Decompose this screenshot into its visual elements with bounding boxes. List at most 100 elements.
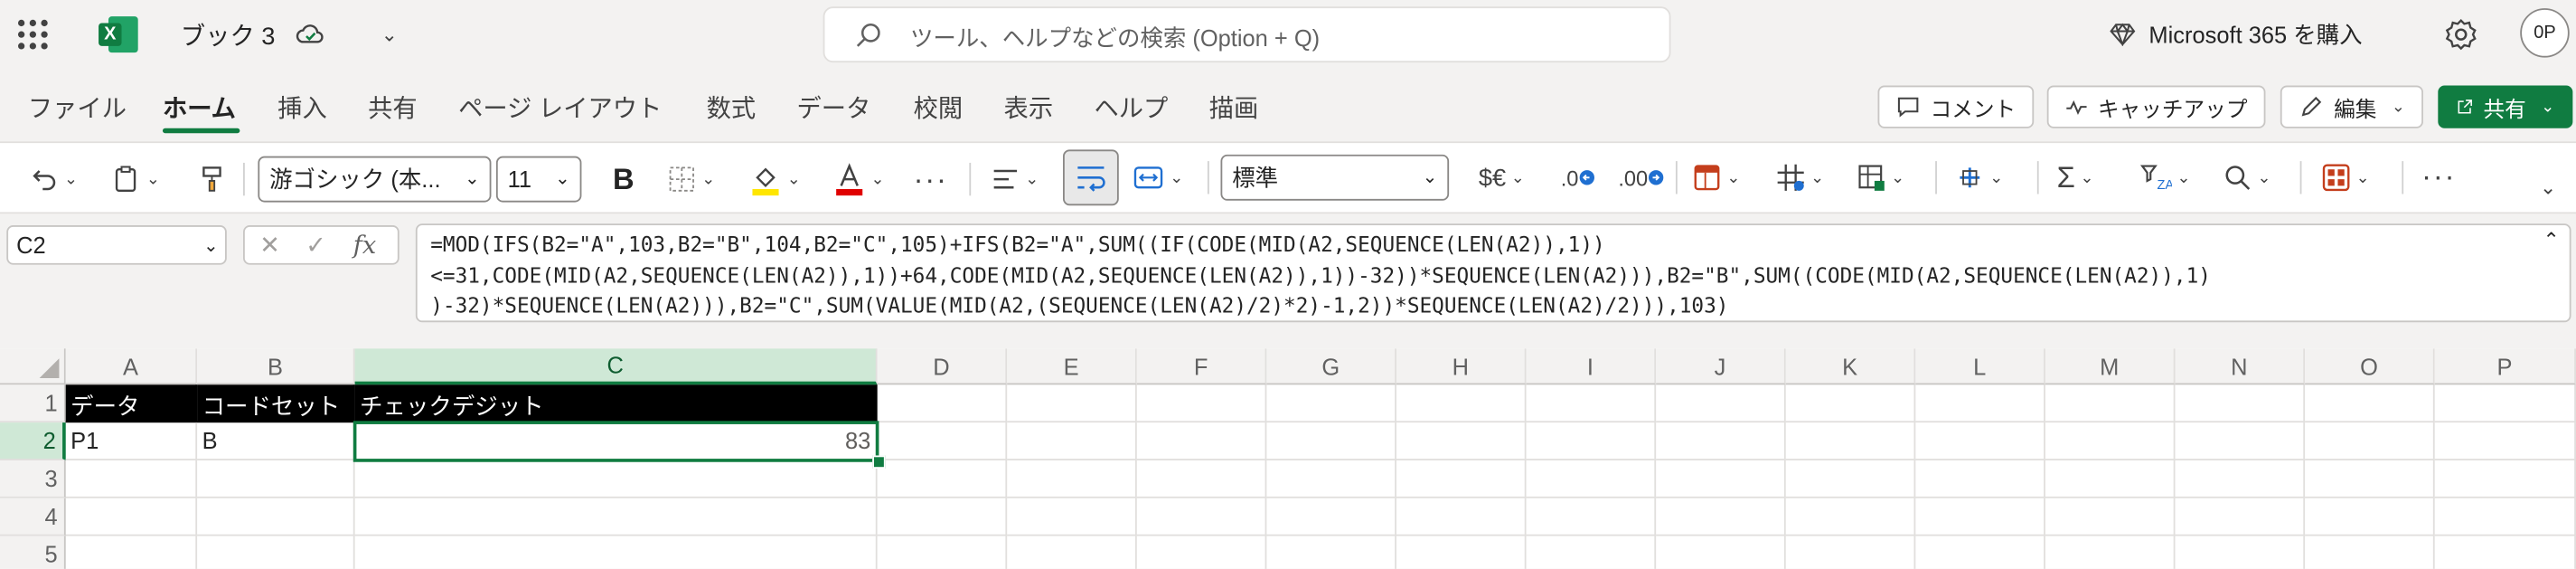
grid-cell[interactable] [2045,536,2176,569]
grid-cell[interactable] [355,536,878,569]
grid-cell[interactable] [2434,384,2576,423]
column-header-f[interactable]: F [1136,348,1267,385]
grid-cell[interactable] [878,536,1008,569]
font-size-select[interactable]: 11 ⌄ [495,156,582,203]
grid-cell[interactable] [2305,536,2435,569]
grid-cell[interactable] [877,460,1008,498]
row-header-5[interactable]: 5 [0,536,66,569]
share-button[interactable]: 共有 ⌄ [2438,85,2573,128]
grid-cell[interactable] [1007,384,1137,423]
tab-help[interactable]: ヘルプ [1095,90,1169,125]
tab-review[interactable]: 校閲 [914,90,964,125]
grid-cell[interactable] [2434,460,2576,498]
grid-cell[interactable] [1656,536,1786,569]
grid-cell[interactable] [2435,536,2576,569]
grid-cell[interactable] [66,536,198,569]
grid-cell[interactable] [1656,422,1786,460]
grid-cell[interactable] [1915,536,2045,569]
fill-color-button[interactable]: ⌄ [749,161,801,197]
grid-cell[interactable] [1785,498,1916,536]
grid-cell[interactable] [1656,384,1786,423]
sort-filter-button[interactable]: ZA ⌄ [2139,159,2191,195]
formula-input[interactable]: =MOD(IFS(B2="A",103,B2="B",104,B2="C",10… [415,223,2571,323]
grid-cell[interactable] [1266,384,1396,423]
grid-cell[interactable] [877,498,1008,536]
tab-data[interactable]: データ [797,90,871,125]
select-all-button[interactable] [0,348,66,385]
column-header-e[interactable]: E [1007,348,1137,385]
fill-handle[interactable] [872,455,886,469]
grid-cell[interactable] [2305,460,2435,498]
grid-cell[interactable] [1915,498,2045,536]
grid-cell[interactable] [2045,460,2176,498]
row-header-3[interactable]: 3 [0,460,66,498]
check-icon[interactable]: ✓ [306,230,326,260]
increase-decimal-button[interactable]: .00 [1618,159,1664,195]
column-header-a[interactable]: A [65,348,198,385]
avatar[interactable]: 0P [2520,8,2570,58]
grid-cell[interactable] [2305,422,2435,460]
chevron-down-icon[interactable]: ⌄ [381,23,398,45]
search-input[interactable]: ツール、ヘルプなどの検索 (Option + Q) [823,6,1671,63]
grid-cell[interactable] [1785,384,1916,423]
grid-cell[interactable] [2175,498,2306,536]
grid-cell[interactable] [1137,536,1267,569]
row-header-2[interactable]: 2 [0,422,66,460]
decrease-decimal-button[interactable]: .0 [1561,159,1595,195]
currency-button[interactable]: $€ ⌄ [1479,159,1525,195]
grid-cell[interactable] [1266,536,1396,569]
tab-page-layout[interactable]: ページ レイアウト [458,90,662,125]
grid-cell[interactable] [2045,498,2176,536]
collapse-formula-icon[interactable]: ⌃ [2543,229,2560,251]
grid-cell[interactable] [1396,498,1527,536]
column-header-k[interactable]: K [1785,348,1916,385]
grid-cell[interactable] [1007,422,1137,460]
grid-cell[interactable] [197,498,355,536]
grid-cell[interactable] [2045,422,2176,460]
font-color-button[interactable]: ⌄ [833,161,885,197]
comment-button[interactable]: コメント [1877,85,2035,128]
add-ins-button[interactable]: ⌄ [2321,159,2370,195]
grid-cell[interactable] [354,498,878,536]
app-launcher-icon[interactable] [14,14,53,54]
tab-draw[interactable]: 描画 [1209,90,1259,125]
cell-a2[interactable]: P1 [65,422,198,460]
grid-cell[interactable] [1396,384,1527,423]
column-header-n[interactable]: N [2175,348,2306,385]
catchup-button[interactable]: キャッチアップ [2046,85,2266,128]
grid-cell[interactable] [2175,460,2306,498]
column-header-l[interactable]: L [1915,348,2045,385]
grid-cell[interactable] [1136,422,1267,460]
document-title[interactable]: ブック 3 [181,18,276,52]
grid-cell[interactable] [197,460,355,498]
delete-cells-button[interactable]: ⌄ [1857,159,1904,195]
grid-cell[interactable] [1527,536,1657,569]
find-button[interactable]: ⌄ [2223,159,2271,195]
grid-cell[interactable] [877,422,1008,460]
more-options-icon[interactable]: ··· [2421,157,2456,194]
format-cells-button[interactable]: ⌄ [1955,159,2003,195]
wrap-text-button[interactable] [1062,149,1119,206]
grid-cell[interactable] [1656,460,1786,498]
grid-cell[interactable] [1526,384,1657,423]
column-header-j[interactable]: J [1656,348,1786,385]
grid-cell[interactable] [1526,498,1657,536]
cell-a1[interactable]: データ [65,384,198,423]
grid-cell[interactable] [1136,384,1267,423]
column-header-d[interactable]: D [877,348,1008,385]
cell-c1[interactable]: チェックデジット [354,384,878,423]
tab-file[interactable]: ファイル [28,90,127,125]
grid-cell[interactable] [1266,498,1396,536]
row-header-1[interactable]: 1 [0,384,66,423]
column-header-g[interactable]: G [1266,348,1396,385]
grid-cell[interactable] [1656,498,1786,536]
grid-cell[interactable] [1396,460,1527,498]
row-header-4[interactable]: 4 [0,498,66,536]
grid-cell[interactable] [2305,498,2435,536]
undo-button[interactable]: ⌄ [30,161,78,197]
grid-cell[interactable] [1915,460,2045,498]
grid-cell[interactable] [1785,460,1916,498]
tab-view[interactable]: 表示 [1004,90,1054,125]
conditional-format-button[interactable]: ⌄ [1692,159,1741,195]
number-format-select[interactable]: 標準 ⌄ [1220,154,1450,201]
